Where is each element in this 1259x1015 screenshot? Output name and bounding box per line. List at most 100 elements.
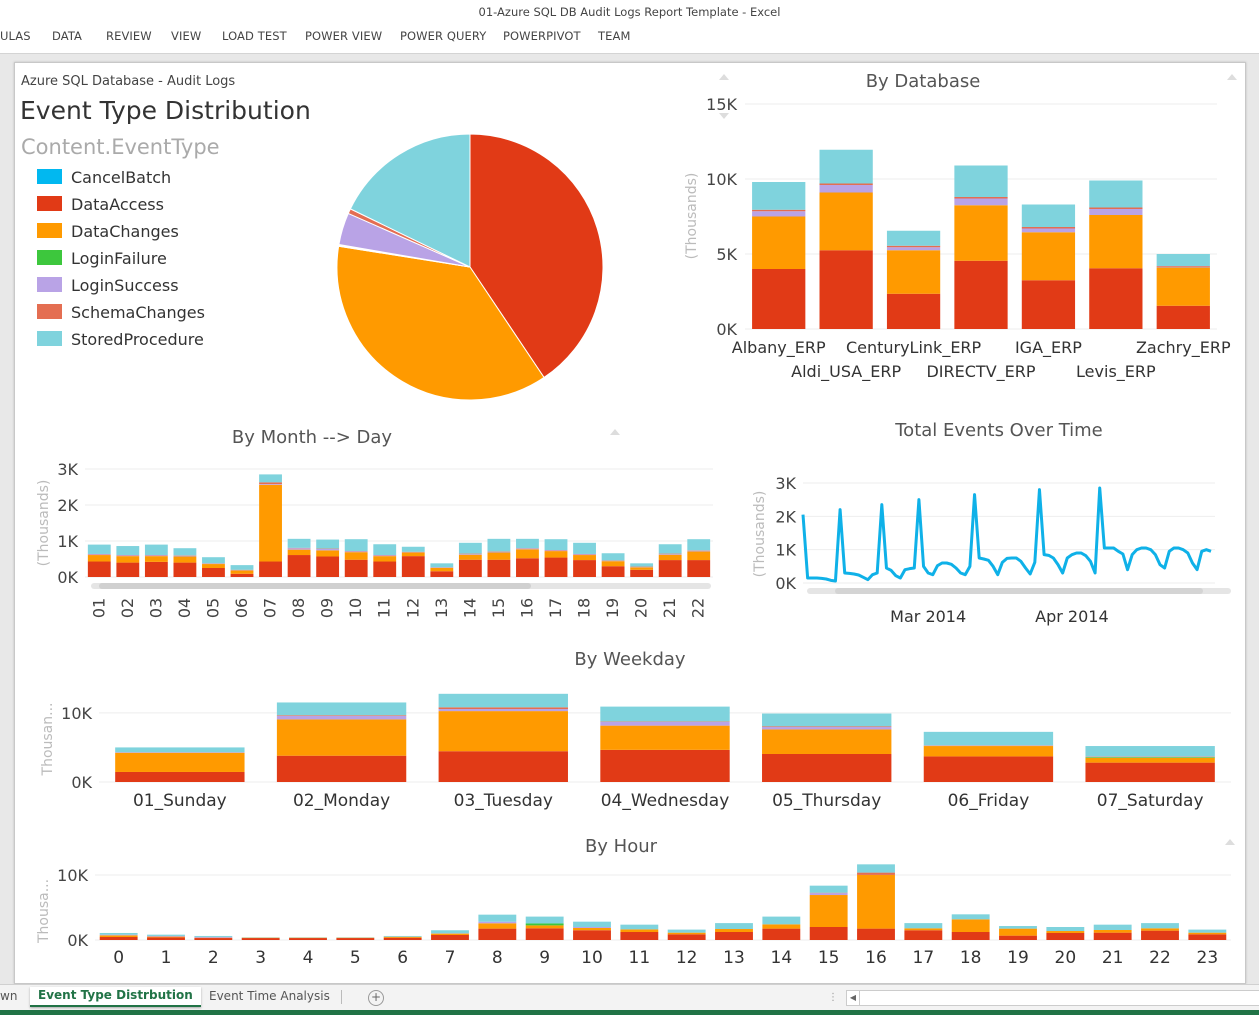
bar-segment-datachanges bbox=[276, 719, 407, 756]
y-tick-label: 10K bbox=[57, 866, 88, 885]
legend-swatch bbox=[37, 304, 62, 319]
bar-segment-storedprocedure bbox=[600, 706, 730, 722]
y-tick-label: 0K bbox=[775, 574, 796, 593]
bar-segment-storedprocedure bbox=[658, 544, 682, 554]
sheet-tab-previous[interactable]: wn bbox=[0, 989, 17, 1003]
bar-segment-dataaccess bbox=[600, 749, 730, 782]
ribbon-tab-view[interactable]: VIEW bbox=[171, 29, 201, 43]
by-hour-chart[interactable]: 0K10K0 1 2 3 4 5 6 7 8 9 10 11 12 13 14 15 16 17 18 19 20 21 2… bbox=[57, 864, 1231, 968]
bar-segment-storedprocedure bbox=[630, 563, 654, 567]
bar-segment-datachanges bbox=[819, 192, 873, 251]
y-tick-label: 1K bbox=[775, 541, 796, 560]
bar-segment-schemachanges bbox=[857, 872, 895, 875]
bar-segment-dataaccess bbox=[336, 938, 375, 940]
bar-segment-loginsuccess bbox=[173, 555, 197, 557]
x-tick-label: 19 bbox=[1007, 948, 1029, 968]
sheet-tab-event-time-analysis[interactable]: Event Time Analysis bbox=[209, 989, 330, 1003]
bar-segment-datachanges bbox=[573, 927, 611, 931]
horizontal-scrollbar[interactable]: ◀ bbox=[846, 990, 1259, 1006]
bar-segment-storedprocedure bbox=[762, 916, 801, 925]
ribbon-tab-load-test[interactable]: LOAD TEST bbox=[222, 29, 287, 43]
ribbon-tab-power-query[interactable]: POWER QUERY bbox=[400, 29, 486, 43]
bar-segment-datachanges bbox=[667, 932, 706, 935]
bar-segment-dataaccess bbox=[525, 928, 564, 940]
line-chart-scroll-thumb[interactable] bbox=[835, 588, 1203, 594]
bar-segment-datachanges bbox=[259, 484, 282, 562]
bar-segment-datachanges bbox=[430, 568, 454, 572]
x-tick-label: 17 bbox=[913, 948, 935, 968]
add-sheet-icon[interactable]: + bbox=[368, 990, 384, 1006]
bar-segment-dataaccess bbox=[241, 938, 280, 940]
bar-segment-storedprocedure bbox=[762, 713, 892, 727]
bar-segment-loginfailure bbox=[525, 923, 564, 926]
bar-segment-storedprocedure bbox=[276, 702, 407, 716]
bar-segment-datachanges bbox=[115, 752, 245, 772]
ribbon-tab-powerpivot[interactable]: POWERPIVOT bbox=[503, 29, 581, 43]
legend-label: LoginSuccess bbox=[71, 276, 179, 295]
y-tick-label: 0K bbox=[716, 320, 737, 339]
ribbon-tab-review[interactable]: REVIEW bbox=[106, 29, 152, 43]
x-tick-label: 0 bbox=[113, 948, 124, 968]
bar-segment-datachanges bbox=[1093, 929, 1132, 933]
scroll-down-icon[interactable] bbox=[719, 113, 729, 119]
x-tick-label: Apr 2014 bbox=[1035, 607, 1108, 626]
bar-segment-dataaccess bbox=[230, 573, 254, 577]
x-tick-label: 18 bbox=[575, 598, 594, 618]
bar-segment-dataaccess bbox=[430, 571, 454, 577]
ribbon-tab-team[interactable]: TEAM bbox=[598, 29, 630, 43]
report-canvas: Azure SQL Database - Audit Logs Event Ty… bbox=[14, 62, 1246, 984]
bar-segment-loginsuccess bbox=[116, 555, 140, 557]
y-tick-label: 2K bbox=[775, 507, 796, 526]
bar-segment-dataaccess bbox=[115, 771, 245, 782]
bar-segment-storedprocedure bbox=[438, 693, 568, 708]
bar-segment-dataaccess bbox=[487, 559, 511, 577]
by-weekday-ylabel: Thousan... bbox=[40, 703, 56, 777]
x-tick-label: 03 bbox=[146, 598, 165, 618]
bar-segment-dataaccess bbox=[573, 560, 596, 577]
bar-segment-storedprocedure bbox=[458, 542, 482, 554]
by-month-day-chart[interactable]: 0K 1K 2K 3K 01 02 03 04 05 06 07 08 09 10 11 12 13 14 15 16… bbox=[57, 460, 713, 618]
ribbon-tab-data[interactable]: DATA bbox=[52, 29, 82, 43]
x-tick-label: 04 bbox=[175, 598, 194, 618]
total-events-title: Total Events Over Time bbox=[894, 420, 1103, 441]
ribbon-tab-formulas[interactable]: ULAS bbox=[0, 29, 31, 43]
collapse-icon[interactable] bbox=[610, 429, 620, 435]
legend-label: StoredProcedure bbox=[71, 330, 204, 349]
bar-segment-dataaccess bbox=[147, 937, 185, 940]
x-tick-label: 01 bbox=[89, 598, 108, 618]
bar-segment-dataaccess bbox=[116, 562, 140, 577]
x-tick-label: 05 bbox=[203, 598, 222, 618]
x-tick-label: 06 bbox=[232, 598, 251, 618]
legend-label: CancelBatch bbox=[71, 168, 171, 187]
bar-segment-datachanges bbox=[116, 556, 140, 563]
bar-segment-storedprocedure bbox=[194, 935, 233, 937]
total-events-chart[interactable]: 0K 1K 2K 3K Mar 2014 Apr 2014 bbox=[775, 474, 1215, 626]
day-chart-scroll-thumb[interactable] bbox=[99, 583, 531, 589]
bar-segment-storedprocedure bbox=[667, 929, 706, 933]
tab-splitter-handle[interactable]: ⋮ bbox=[828, 992, 838, 1003]
scroll-left-icon[interactable]: ◀ bbox=[847, 991, 860, 1005]
bar-segment-dataaccess bbox=[762, 928, 801, 940]
bar-segment-loginsuccess bbox=[886, 247, 941, 251]
pie-chart[interactable] bbox=[336, 133, 604, 401]
x-tick-label: 15 bbox=[489, 598, 508, 618]
sheet-tab-event-type-distribution[interactable]: Event Type Distrbution bbox=[30, 987, 201, 1007]
scroll-up-icon[interactable] bbox=[719, 74, 729, 80]
by-database-chart[interactable]: 0K 5K 10K 15K Albany_ERP Aldi_USA_ERP CenturyL… bbox=[706, 95, 1231, 382]
x-tick-label: 9 bbox=[539, 948, 550, 968]
y-tick-label: 3K bbox=[775, 474, 796, 493]
x-tick-label: 19 bbox=[603, 598, 622, 618]
x-tick-label: 21 bbox=[1102, 948, 1124, 968]
collapse-icon[interactable] bbox=[1227, 74, 1237, 80]
bar-segment-loginsuccess bbox=[573, 554, 596, 556]
by-weekday-chart[interactable]: 0K 10K 01_Sunday 02_Monday 03_Tuesday 04_Wedn… bbox=[61, 693, 1231, 811]
collapse-icon[interactable] bbox=[1225, 839, 1235, 845]
bar-segment-schemachanges bbox=[886, 245, 941, 248]
legend-swatch bbox=[37, 169, 62, 184]
bar-segment-datachanges bbox=[687, 551, 711, 561]
ribbon-tab-power-view[interactable]: POWER VIEW bbox=[305, 29, 382, 43]
report-subtitle: Azure SQL Database - Audit Logs bbox=[21, 74, 235, 89]
y-tick-label: 10K bbox=[61, 704, 92, 723]
bar-segment-storedprocedure bbox=[904, 923, 943, 929]
legend-label: DataAccess bbox=[71, 195, 164, 214]
